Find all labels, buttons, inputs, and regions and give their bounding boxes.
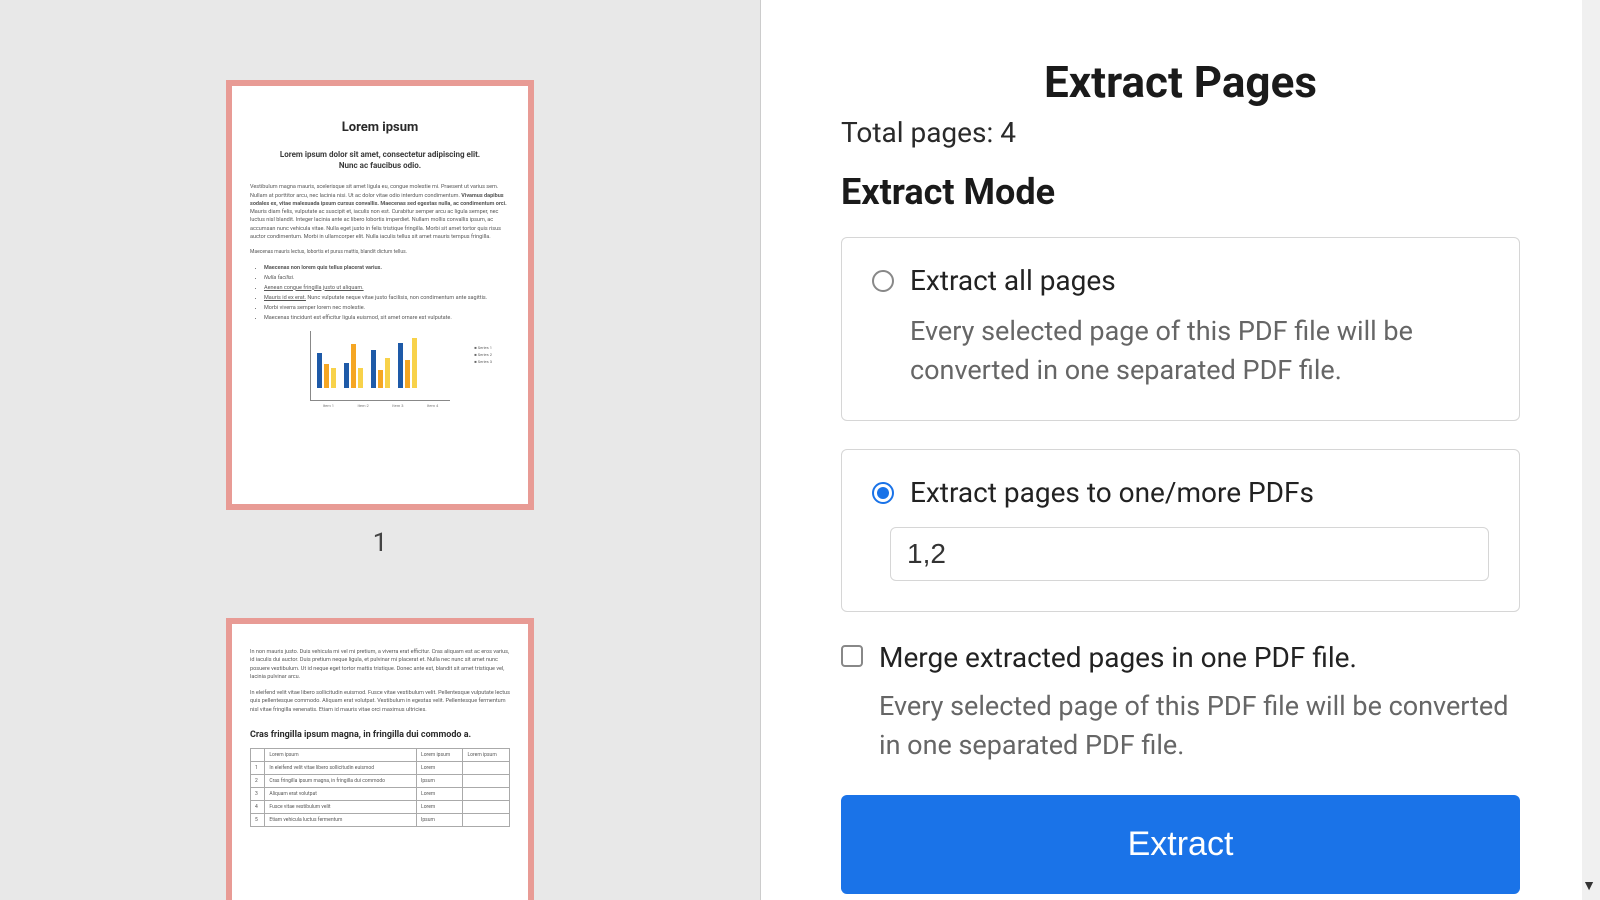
doc-title: Lorem ipsum xyxy=(250,120,510,135)
radio-extract-all[interactable] xyxy=(872,270,894,292)
doc-bullet-list: Maecenas non lorem quis tellus placerat … xyxy=(264,265,510,321)
page-thumbnail-2[interactable]: In non mauris justo. Duis vehicula mi ve… xyxy=(226,618,534,900)
chart-legend: ■ Series 1■ Series 2■ Series 3 xyxy=(474,345,492,366)
scroll-down-icon[interactable]: ▼ xyxy=(1582,877,1596,894)
extract-mode-heading: Extract Mode xyxy=(841,171,1520,213)
scrollbar-track[interactable]: ▼ xyxy=(1582,0,1600,900)
doc-paragraph: In eleifend velit vitae libero sollicitu… xyxy=(250,689,510,714)
merge-label: Merge extracted pages in one PDF file. xyxy=(879,640,1357,676)
option-extract-range-label: Extract pages to one/more PDFs xyxy=(910,476,1314,510)
doc-paragraph: In non mauris justo. Duis vehicula mi ve… xyxy=(250,648,510,681)
doc-section-heading: Cras fringilla ipsum magna, in fringilla… xyxy=(250,730,510,740)
option-extract-range[interactable]: Extract pages to one/more PDFs xyxy=(841,449,1520,613)
page-number-label: 1 xyxy=(373,528,388,558)
doc-table: Lorem ipsumLorem ipsumLorem ipsum 1In el… xyxy=(250,748,510,827)
panel-title: Extract Pages xyxy=(841,56,1520,108)
radio-extract-range[interactable] xyxy=(872,482,894,504)
option-extract-all-label: Extract all pages xyxy=(910,264,1116,298)
doc-subtitle: Lorem ipsum dolor sit amet, consectetur … xyxy=(278,149,482,171)
thumbnail-wrapper-1: Lorem ipsum Lorem ipsum dolor sit amet, … xyxy=(226,80,534,558)
page-range-input[interactable] xyxy=(890,527,1489,581)
merge-desc: Every selected page of this PDF file wil… xyxy=(879,687,1520,765)
extract-settings-panel: ▼ Extract Pages Total pages: 4 Extract M… xyxy=(760,0,1600,900)
page-thumbnail-1[interactable]: Lorem ipsum Lorem ipsum dolor sit amet, … xyxy=(226,80,534,510)
doc-paragraph: Vestibulum magna mauris, scelerisque sit… xyxy=(250,183,510,241)
option-extract-all-desc: Every selected page of this PDF file wil… xyxy=(910,312,1489,390)
merge-option-row[interactable]: Merge extracted pages in one PDF file. xyxy=(841,640,1520,676)
doc-paragraph: Maecenas mauris lectus, lobortis et puru… xyxy=(250,249,510,257)
page-thumbnails-panel: Lorem ipsum Lorem ipsum dolor sit amet, … xyxy=(0,0,760,900)
total-pages-label: Total pages: 4 xyxy=(841,116,1520,149)
extract-button[interactable]: Extract xyxy=(841,795,1520,894)
bar-chart: ■ Series 1■ Series 2■ Series 3 Item 1Ite… xyxy=(310,331,450,401)
thumbnail-wrapper-2: In non mauris justo. Duis vehicula mi ve… xyxy=(226,618,534,900)
total-pages-value: 4 xyxy=(1000,116,1016,149)
option-extract-all[interactable]: Extract all pages Every selected page of… xyxy=(841,237,1520,421)
checkbox-merge[interactable] xyxy=(841,645,863,667)
